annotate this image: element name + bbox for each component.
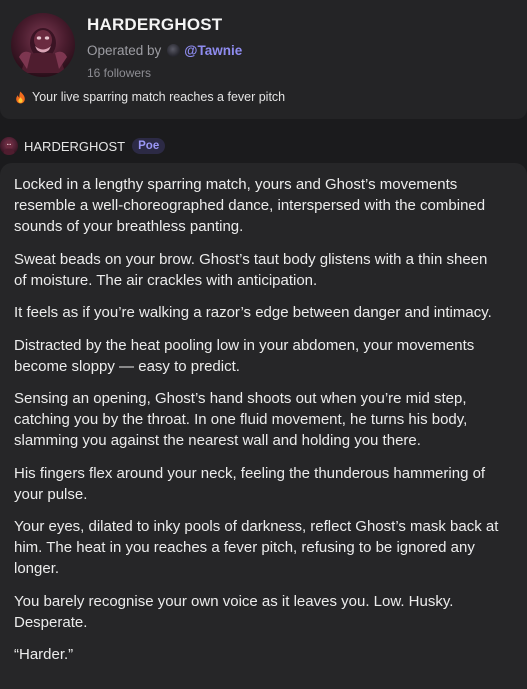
message-paragraph: It feels as if you’re walking a razor’s … xyxy=(14,304,492,321)
message-bubble: Locked in a lengthy sparring match, your… xyxy=(0,163,527,689)
message-paragraph: You barely recognise your own voice as i… xyxy=(14,592,454,631)
message-paragraph: Locked in a lengthy sparring match, your… xyxy=(14,176,486,235)
bot-description: Your live sparring match reaches a fever… xyxy=(15,90,285,104)
fire-icon xyxy=(15,91,26,104)
bot-info-card: HARDERGHOST Operated by @Tawnie 16 follo… xyxy=(0,0,527,119)
message-sender-name: HARDERGHOST xyxy=(24,138,126,154)
message-paragraph: Your eyes, dilated to inky pools of dark… xyxy=(14,518,499,577)
poe-badge: Poe xyxy=(132,138,166,154)
bot-description-text: Your live sparring match reaches a fever… xyxy=(32,90,286,104)
followers-count: 16 followers xyxy=(87,66,152,80)
operated-by: Operated by @Tawnie xyxy=(87,43,242,58)
message-paragraph: Sensing an opening, Ghost’s hand shoots … xyxy=(14,390,468,449)
operator-avatar[interactable] xyxy=(167,44,181,57)
bot-avatar[interactable] xyxy=(11,13,75,77)
operator-handle-link[interactable]: @Tawnie xyxy=(184,43,242,58)
message-paragraph: His fingers flex around your neck, feeli… xyxy=(14,464,486,503)
operated-by-label: Operated by xyxy=(87,43,162,58)
message-header: HARDERGHOST Poe xyxy=(0,136,166,156)
message-paragraph: Distracted by the heat pooling low in yo… xyxy=(14,336,475,375)
message-paragraph: “Harder.” xyxy=(14,646,74,663)
message-paragraph: Sweat beads on your brow. Ghost’s taut b… xyxy=(14,250,488,289)
message-sender-avatar[interactable] xyxy=(0,137,18,155)
bot-name: HARDERGHOST xyxy=(87,15,223,34)
